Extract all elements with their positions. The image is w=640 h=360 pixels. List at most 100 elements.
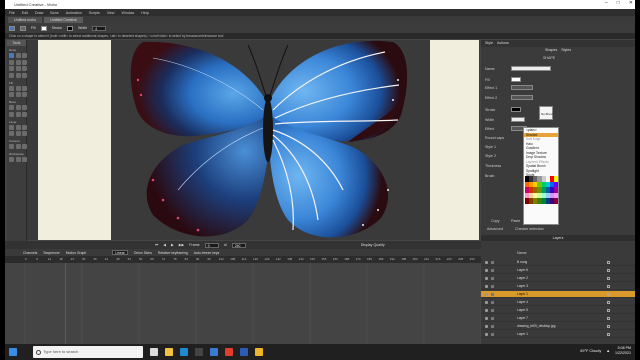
visibility-eye-icon[interactable]	[485, 261, 488, 264]
visibility-eye-icon[interactable]	[485, 293, 488, 296]
maximize-button[interactable]: □	[617, 0, 620, 6]
relative-keyframing-checkbox[interactable]: Relative keyframing	[158, 251, 188, 255]
tab-motion-graph[interactable]: Motion Graph	[66, 251, 87, 255]
stroke-color-swatch[interactable]	[66, 25, 73, 31]
color-palette[interactable]	[525, 176, 558, 204]
layer-checkbox[interactable]	[607, 309, 610, 312]
timeline-tracks[interactable]	[5, 263, 482, 344]
onion-skins-toggle[interactable]: Onion Skins	[134, 251, 152, 255]
bone-strength-icon[interactable]	[15, 111, 21, 117]
step-back-icon[interactable]: ◀	[163, 243, 166, 247]
visibility-eye-icon[interactable]	[485, 277, 488, 280]
layer-row[interactable]: Layer 7	[481, 315, 635, 322]
file-explorer-icon[interactable]	[165, 348, 173, 356]
layer-checkbox[interactable]	[607, 301, 610, 304]
layer-checkbox[interactable]	[607, 277, 610, 280]
menu-window[interactable]: Window	[122, 11, 135, 15]
layer-row[interactable]: Layer 1	[481, 331, 635, 338]
display-quality-button[interactable]: Display Quality	[361, 243, 385, 247]
round-caps-checkbox[interactable]: Round caps	[485, 136, 504, 140]
fill-color-swatch[interactable]	[511, 77, 521, 82]
layer-checkbox[interactable]	[607, 317, 610, 320]
checker-selection-checkbox[interactable]: Checker selection	[515, 227, 544, 231]
minimize-button[interactable]: –	[605, 0, 608, 6]
transform-layer-icon[interactable]	[9, 124, 14, 130]
timeline-ruler[interactable]: 0 6 12 18 24 30 36 42 48 54 60 66 72 78 84 90 96 102 108 11…	[5, 256, 481, 263]
freehand-tool-icon[interactable]	[15, 59, 21, 65]
shape-name-field[interactable]	[511, 66, 551, 71]
switch-layer-icon[interactable]	[15, 131, 21, 136]
layer-row[interactable]: Layer 5	[481, 307, 635, 314]
stroke-width-field[interactable]	[511, 117, 525, 122]
layer-checkbox[interactable]	[607, 261, 610, 264]
delete-edge-icon[interactable]	[9, 72, 14, 78]
reparent-bone-icon[interactable]	[9, 111, 14, 117]
tab-style[interactable]: Style	[485, 41, 493, 46]
frame-field[interactable]: 0	[204, 242, 219, 248]
effect1-select[interactable]	[511, 85, 533, 90]
menu-edit[interactable]: Edit	[22, 11, 28, 15]
advanced-checkbox[interactable]: Advanced	[487, 227, 503, 231]
zoom-workspace-icon[interactable]	[15, 157, 21, 162]
close-button[interactable]: ✕	[629, 0, 633, 6]
menu-draw[interactable]: Draw	[35, 11, 43, 15]
palette-color-swatch[interactable]	[553, 198, 558, 204]
stroke-color-swatch[interactable]	[511, 107, 521, 112]
oval-tool-icon[interactable]	[9, 66, 14, 71]
butterfly-artwork[interactable]	[123, 40, 413, 240]
layer-row[interactable]: drawing_bt09_desktop.jpg	[481, 323, 635, 330]
total-frames-field[interactable]: 240	[231, 242, 246, 248]
visibility-eye-icon[interactable]	[485, 309, 488, 312]
task-view-icon[interactable]	[150, 348, 158, 356]
visibility-eye-icon[interactable]	[485, 285, 488, 288]
taskbar-search-box[interactable]: Type here to search	[33, 346, 143, 358]
store-icon[interactable]	[195, 348, 203, 356]
play-icon[interactable]: ▶	[171, 243, 174, 247]
create-shape-tool-icon[interactable]	[15, 85, 21, 91]
layer-checkbox[interactable]	[607, 333, 610, 336]
menu-bone[interactable]: Bone	[50, 11, 58, 15]
layer-row[interactable]: B song	[481, 259, 635, 266]
layer-checkbox[interactable]	[607, 285, 610, 288]
line-width-icon[interactable]	[15, 92, 21, 97]
visibility-eye-icon[interactable]	[485, 269, 488, 272]
rewind-icon[interactable]: ⏮	[155, 243, 158, 247]
tab-shapes[interactable]: Shapes	[545, 48, 557, 53]
layer-checkbox[interactable]	[607, 325, 610, 328]
layer-checkbox[interactable]	[607, 293, 610, 296]
select-shape-tool-icon[interactable]	[9, 85, 14, 91]
interpolation-select[interactable]: Linear	[112, 250, 128, 255]
weather-widget[interactable]: 69°F Cloudy	[580, 349, 601, 353]
tab-sequencer[interactable]: Sequencer	[43, 251, 59, 255]
mail-icon[interactable]	[210, 348, 218, 356]
effect-dropdown-menu[interactable]: <plain> Shaded Soft Edge Halo Gradient I…	[523, 127, 559, 225]
delete-shape-icon[interactable]	[9, 92, 14, 97]
select-shape-icon[interactable]	[9, 25, 15, 31]
curve-profile-icon[interactable]	[15, 72, 21, 78]
menu-help[interactable]: Help	[141, 11, 148, 15]
moho-app-icon[interactable]	[225, 348, 233, 356]
layer-checkbox[interactable]	[607, 269, 610, 272]
tab-actions[interactable]: Actions	[497, 41, 509, 46]
paste-button[interactable]: Paste	[511, 219, 520, 223]
menu-animation[interactable]: Animation	[66, 11, 82, 15]
edge-browser-icon[interactable]	[180, 348, 188, 356]
zoom-camera-icon[interactable]	[15, 144, 21, 149]
clock[interactable]: 5:08 PM 1/22/2021	[615, 346, 631, 356]
tab-channels[interactable]: Channels	[23, 251, 37, 255]
chrome-icon[interactable]	[255, 348, 263, 356]
curvature-tool-icon[interactable]	[9, 59, 14, 65]
visibility-eye-icon[interactable]	[485, 317, 488, 320]
transform-points-tool-icon[interactable]	[15, 53, 21, 58]
layer-row[interactable]: Layer 4	[481, 299, 635, 306]
copy-button[interactable]: Copy	[491, 219, 499, 223]
set-origin-icon[interactable]	[15, 124, 21, 130]
track-camera-icon[interactable]	[9, 144, 14, 149]
layer-row[interactable]: Layer 3	[481, 283, 635, 290]
menu-scripts[interactable]: Scripts	[89, 11, 100, 15]
network-icon[interactable]: ▲	[606, 349, 610, 353]
word-icon[interactable]	[240, 348, 248, 356]
fill-color-swatch[interactable]	[40, 25, 47, 31]
select-points-tool-icon[interactable]	[9, 53, 14, 58]
reset-icon[interactable]	[20, 25, 26, 31]
